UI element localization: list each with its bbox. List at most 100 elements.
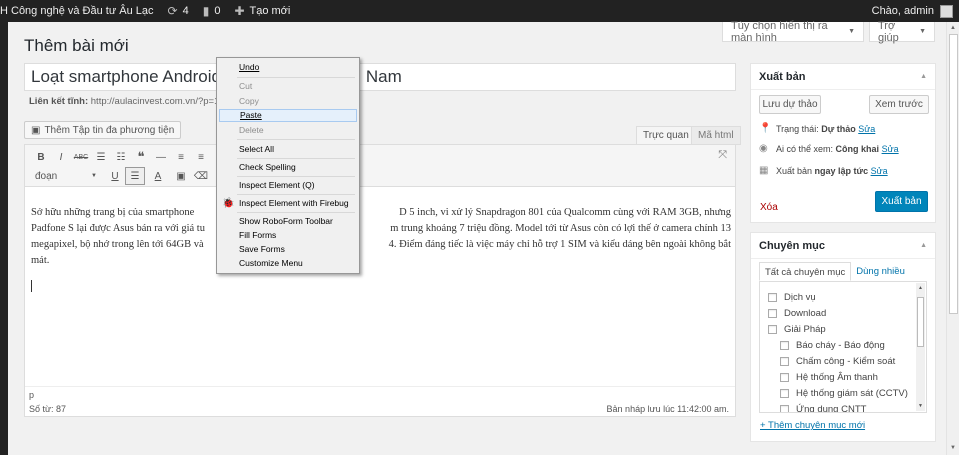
edit-schedule-link[interactable]: Sửa: [871, 166, 888, 176]
tab-html[interactable]: Mã html: [691, 126, 741, 145]
category-checkbox[interactable]: [768, 324, 777, 334]
menu-item-paste[interactable]: Paste: [219, 109, 357, 122]
menu-item-save-forms[interactable]: Save Forms: [219, 243, 357, 256]
scroll-up-icon[interactable]: ▲: [917, 284, 924, 292]
post-visibility: ◉ Ai có thể xem: Công khai Sửa: [759, 143, 899, 154]
menu-item-select-all[interactable]: Select All: [219, 143, 357, 156]
scroll-down-icon[interactable]: ▼: [917, 402, 924, 410]
content-text: Padfone S lại được Asus bán ra với giá t…: [31, 223, 205, 234]
screen-options-tab[interactable]: Tùy chọn hiển thị ra màn hình ▼: [722, 20, 864, 44]
publish-button[interactable]: Xuất bản: [875, 191, 928, 212]
menu-item-check-spelling[interactable]: Check Spelling: [219, 161, 357, 174]
category-checkbox[interactable]: [768, 308, 777, 318]
paste-text-button[interactable]: ▣: [171, 167, 191, 185]
edit-status-link[interactable]: Sửa: [858, 124, 875, 134]
site-name-link[interactable]: H Công nghệ và Đầu tư Âu Lạc: [0, 5, 154, 17]
calendar-icon: ▦: [759, 165, 769, 176]
pin-icon: 📍: [759, 123, 772, 134]
publish-box-header[interactable]: Xuất bản ▲: [751, 64, 935, 90]
collapse-arrow-icon[interactable]: ▲: [920, 242, 927, 249]
category-checkbox[interactable]: [780, 356, 789, 366]
permalink-url[interactable]: http://aulacinvest.com.vn/?p=144: [91, 96, 230, 107]
category-checkbox[interactable]: [780, 372, 789, 382]
category-tabs: Tất cả chuyên mục Dùng nhiều: [759, 262, 910, 281]
scroll-down-icon[interactable]: ▼: [947, 443, 959, 453]
menu-item-customize-menu[interactable]: Customize Menu: [219, 257, 357, 270]
category-label: Hệ thống Âm thanh: [796, 371, 878, 383]
underline-button[interactable]: U: [105, 167, 125, 185]
collapse-arrow-icon[interactable]: ▲: [920, 73, 927, 80]
page-scrollbar[interactable]: ▲ ▼: [946, 22, 959, 455]
category-checkbox[interactable]: [780, 340, 789, 350]
numbered-list-button[interactable]: ☷: [111, 148, 131, 166]
move-to-trash-link[interactable]: Xóa: [760, 202, 778, 213]
content-text: megapixel, bộ nhớ trong lên tới 64GB và: [31, 239, 204, 250]
updates-link[interactable]: ⟳ 4: [168, 4, 189, 18]
list-item[interactable]: Chấm công - Kiểm soát: [780, 354, 895, 368]
chevron-down-icon: ▼: [848, 28, 855, 35]
tab-visual[interactable]: Trực quan: [636, 126, 696, 145]
menu-item-delete[interactable]: Delete: [219, 124, 357, 137]
content-text: m trung khoảng 7 triệu đồng. Model tới t…: [390, 223, 731, 234]
comments-link[interactable]: ▮ 0: [203, 4, 221, 18]
content-text: D 5 inch, vi xử lý Snapdragon 801 của Qu…: [399, 207, 731, 218]
editor-toolbar: B I ABC ☰ ☷ ❝ — ≡ ≡ đoạn ▼ U ☰ A ▣ ⌫ ⤧: [25, 145, 735, 187]
list-item[interactable]: Báo cháy - Báo động: [780, 338, 885, 352]
strikethrough-button[interactable]: ABC: [71, 148, 91, 166]
new-content-link[interactable]: ✚ Tạo mới: [234, 4, 290, 18]
tab-popular-categories[interactable]: Dùng nhiều: [851, 262, 910, 281]
visibility-label: Ai có thể xem:: [776, 143, 834, 154]
blockquote-button[interactable]: ❝: [131, 148, 151, 166]
post-title-input[interactable]: Loạt smartphone Android tá Nam: [24, 63, 736, 91]
category-checklist: Dịch vụ Download Giải Pháp Báo cháy - Bá…: [759, 281, 927, 413]
preview-button[interactable]: Xem trước: [869, 95, 929, 114]
clear-formatting-button[interactable]: ⌫: [191, 167, 211, 185]
text-color-button[interactable]: A: [145, 167, 171, 185]
list-item[interactable]: Hệ thống Âm thanh: [780, 370, 878, 384]
list-item[interactable]: Dịch vụ: [768, 290, 816, 304]
horizontal-rule-button[interactable]: —: [151, 148, 171, 166]
list-item[interactable]: Giải Pháp: [768, 322, 826, 336]
menu-item-inspect-firebug[interactable]: 🐞 Inspect Element with Firebug: [219, 197, 357, 210]
menu-item-fill-forms[interactable]: Fill Forms: [219, 229, 357, 242]
save-draft-button[interactable]: Lưu dự thảo: [759, 95, 821, 114]
category-label: Giải Pháp: [784, 323, 826, 335]
menu-item-cut[interactable]: Cut: [219, 80, 357, 93]
list-item[interactable]: Ứng dụng CNTT: [780, 402, 866, 412]
format-select[interactable]: đoạn ▼: [31, 168, 101, 184]
category-scrollbar[interactable]: ▲ ▼: [916, 283, 925, 411]
visibility-value: Công khai: [835, 143, 880, 154]
menu-item-inspect-element[interactable]: Inspect Element (Q): [219, 179, 357, 192]
scroll-up-icon[interactable]: ▲: [947, 23, 959, 33]
toolbar-row-2: đoạn ▼ U ☰ A ▣ ⌫: [31, 167, 211, 185]
chevron-down-icon: ▼: [91, 173, 97, 179]
context-menu: Undo Cut Copy Paste Delete Select All Ch…: [216, 57, 360, 274]
menu-item-copy[interactable]: Copy: [219, 95, 357, 108]
menu-item-roboform-toolbar[interactable]: Show RoboForm Toolbar: [219, 215, 357, 228]
align-center-button[interactable]: ≡: [191, 148, 211, 166]
tab-all-categories[interactable]: Tất cả chuyên mục: [759, 262, 852, 281]
category-label: Hệ thống giám sát (CCTV): [796, 387, 908, 399]
editor-content[interactable]: Sở hữu những trang bị của smartphone D 5…: [31, 205, 731, 269]
fullscreen-icon[interactable]: ⤧: [718, 149, 727, 162]
scrollbar-thumb[interactable]: [917, 297, 924, 347]
category-box-header[interactable]: Chuyên mục ▲: [751, 233, 935, 259]
help-tab[interactable]: Trợ giúp ▼: [869, 20, 935, 44]
category-checkbox[interactable]: [780, 404, 789, 412]
list-item[interactable]: Download: [768, 306, 826, 320]
add-media-button[interactable]: ▣ Thêm Tập tin đa phương tiện: [24, 121, 182, 139]
scrollbar-thumb[interactable]: [949, 34, 958, 314]
italic-button[interactable]: I: [51, 148, 71, 166]
menu-item-undo[interactable]: Undo: [219, 61, 357, 74]
add-new-category-link[interactable]: + Thêm chuyên mục mới: [760, 420, 865, 431]
editor-statusbar: p Số từ: 87 Bản nháp lưu lúc 11:42:00 am…: [25, 386, 735, 416]
bullet-list-button[interactable]: ☰: [91, 148, 111, 166]
category-checkbox[interactable]: [780, 388, 789, 398]
bold-button[interactable]: B: [31, 148, 51, 166]
menu-separator: [237, 139, 355, 140]
category-checkbox[interactable]: [768, 292, 777, 302]
align-left-button[interactable]: ≡: [171, 148, 191, 166]
justify-button[interactable]: ☰: [125, 167, 145, 185]
list-item[interactable]: Hệ thống giám sát (CCTV): [780, 386, 908, 400]
edit-visibility-link[interactable]: Sửa: [882, 144, 899, 154]
